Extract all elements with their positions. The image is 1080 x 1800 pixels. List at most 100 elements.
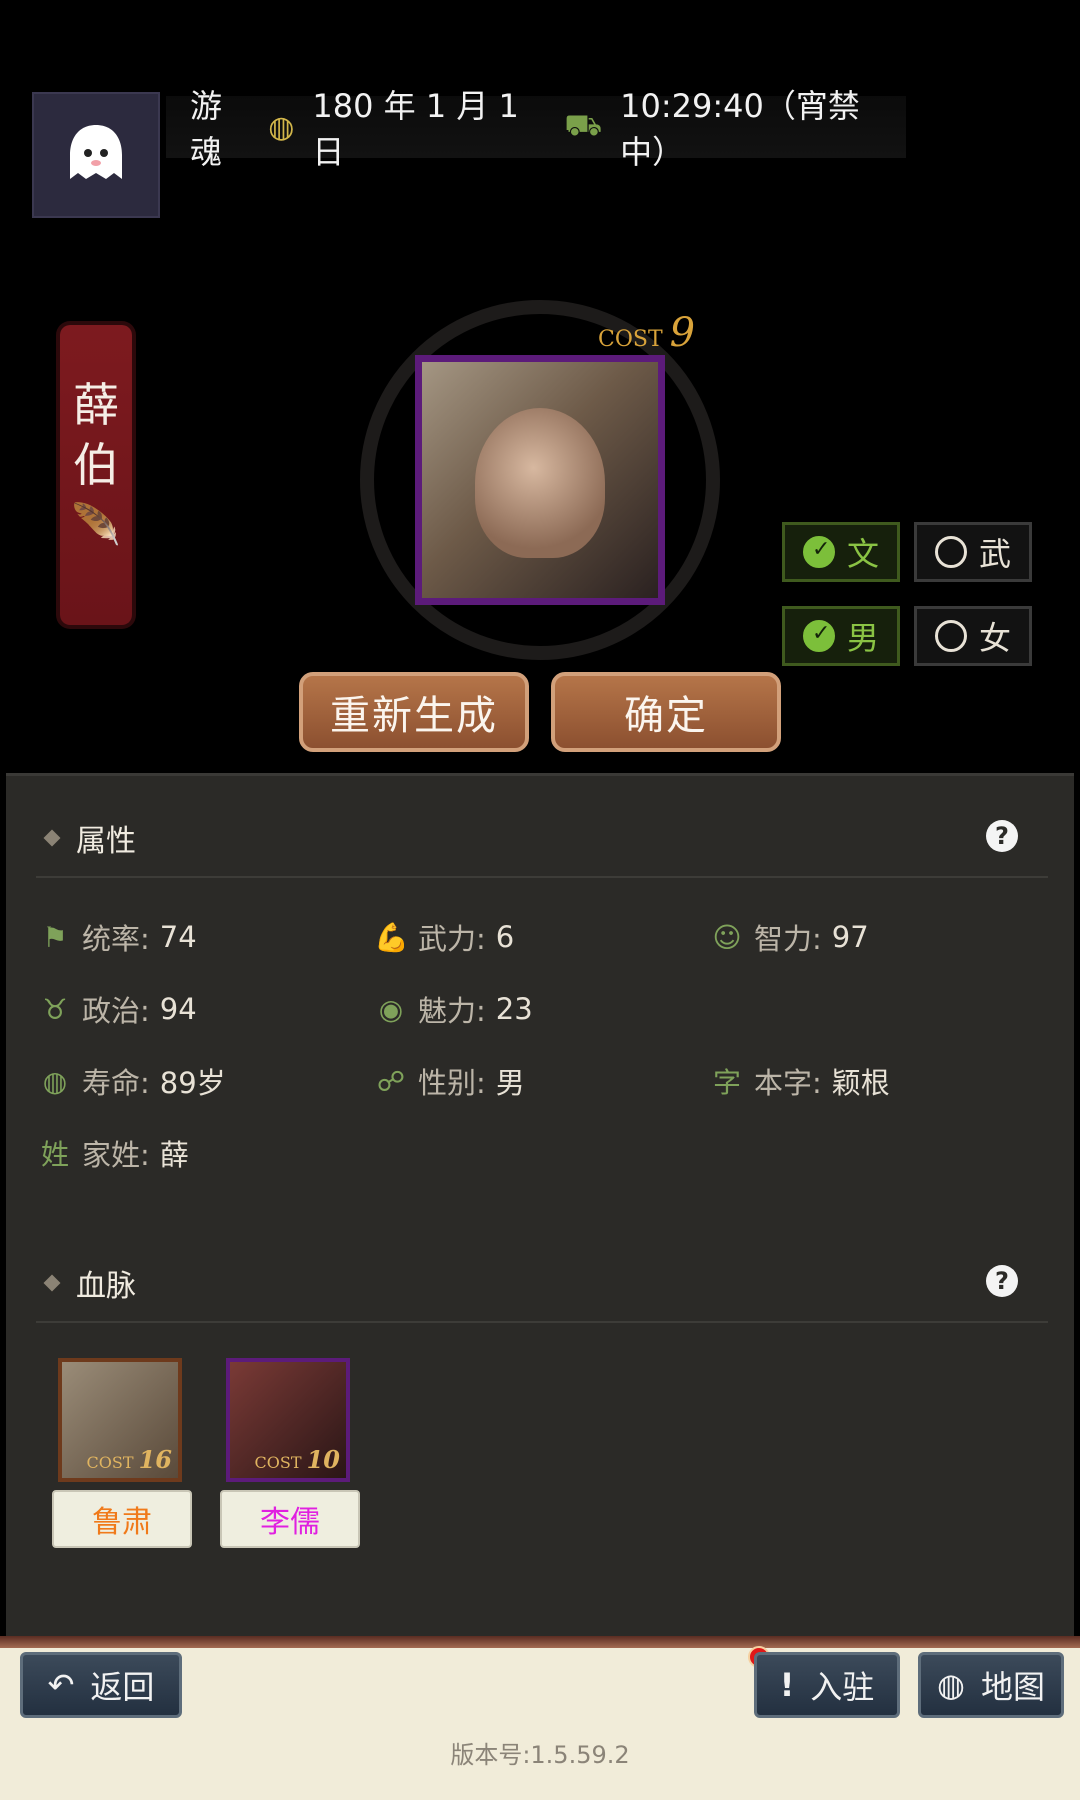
stat-intelligence: ☺ 智力: 97 [710, 916, 869, 958]
stat-label: 统率: [82, 922, 150, 956]
stat-value: 97 [831, 920, 869, 954]
member-cost-value: 10 [306, 1445, 340, 1474]
gender-icon: ☍ [376, 1064, 406, 1098]
character-name-banner: 薛 伯 🪶 [60, 325, 132, 625]
bloodline-help-icon[interactable]: ? [986, 1265, 1018, 1297]
stat-leadership: ⚑ 统率: 74 [38, 916, 197, 958]
version-label: 版本号:1.5.59.2 [450, 1741, 630, 1769]
member-cost: COST 16 [87, 1445, 173, 1474]
stat-label: 武力: [418, 922, 486, 956]
diamond-icon [43, 829, 61, 847]
stat-family-name: 姓 家姓: 薛 [38, 1132, 189, 1174]
globe-icon: ◍ [937, 1666, 965, 1704]
stat-value: 94 [159, 992, 197, 1026]
member-cost: COST 10 [255, 1445, 341, 1474]
station-label: 入驻 [810, 1668, 875, 1706]
toggle-male-label: 男 [846, 619, 879, 657]
regenerate-button[interactable]: 重新生成 [299, 672, 529, 752]
member-portrait: COST 10 [226, 1358, 350, 1482]
stat-label: 性别: [418, 1066, 486, 1100]
game-time: 10:29:40（宵禁中） [620, 87, 860, 171]
check-icon [802, 536, 835, 568]
member-name: 李儒 [220, 1490, 360, 1548]
stat-courtesy-name: 字 本字: 颖根 [710, 1060, 890, 1102]
cost-value: 9 [669, 310, 696, 356]
bloodline-member[interactable]: COST 10 李儒 [220, 1358, 360, 1548]
stat-lifespan: ◍ 寿命: 89岁 [38, 1060, 226, 1102]
stat-value: 6 [495, 920, 515, 954]
stat-label: 魅力: [418, 994, 486, 1028]
stat-label: 智力: [754, 922, 822, 956]
toggle-female-label: 女 [978, 619, 1011, 657]
name-char-1: 薛 [73, 378, 119, 432]
bloodline-title-text: 血脉 [76, 1269, 136, 1304]
toggle-wen-label: 文 [846, 535, 879, 573]
xing-icon: 姓 [40, 1138, 69, 1171]
bottom-border-strip [0, 1636, 1080, 1648]
game-date: 180 年 1 月 1 日 [312, 87, 519, 171]
player-name: 游魂 [190, 87, 223, 171]
ghost-icon [70, 125, 122, 179]
radio-icon [934, 620, 967, 652]
arm-icon: 💪 [374, 920, 409, 954]
stat-label: 家姓: [82, 1138, 150, 1172]
attributes-help-icon[interactable]: ? [986, 820, 1018, 852]
exclamation-icon: ! [779, 1666, 795, 1704]
carriage-icon: ⛟ [564, 107, 603, 143]
toggle-male[interactable]: 男 [782, 606, 900, 666]
stat-value: 男 [495, 1066, 525, 1100]
character-portrait [415, 355, 665, 605]
bloodline-member[interactable]: COST 16 鲁肃 [52, 1358, 192, 1548]
stat-gender: ☍ 性别: 男 [374, 1060, 525, 1102]
info-panel: 属性 ? ⚑ 统率: 74 💪 武力: 6 ☺ 智力: 97 ♉ 政治: 94 … [6, 773, 1074, 1636]
stat-martial: 💪 武力: 6 [374, 916, 514, 958]
toggle-wu[interactable]: 武 [914, 522, 1032, 582]
toggle-wu-label: 武 [978, 535, 1011, 573]
divider [36, 1321, 1048, 1323]
stat-label: 寿命: [82, 1066, 150, 1100]
bag-icon: ♉ [42, 992, 68, 1026]
character-cost: COST 9 [598, 310, 695, 356]
name-char-2: 伯 [73, 438, 119, 492]
member-cost-label: COST [254, 1453, 302, 1472]
stat-charisma: ◉ 魅力: 23 [374, 988, 533, 1030]
bloodline-section-title: 血脉 [43, 1261, 136, 1305]
back-label: 返回 [90, 1668, 155, 1706]
stat-label: 政治: [82, 994, 150, 1028]
diamond-icon [43, 1274, 61, 1292]
toggle-female[interactable]: 女 [914, 606, 1032, 666]
back-button[interactable]: ↶ 返回 [20, 1652, 182, 1718]
player-avatar[interactable] [32, 92, 160, 218]
station-button[interactable]: ! 入驻 [754, 1652, 900, 1718]
check-icon [802, 620, 835, 652]
flag-icon: ⚑ [42, 920, 68, 954]
calendar-icon: ◍ [268, 109, 295, 145]
back-arrow-icon: ↶ [47, 1666, 75, 1704]
member-cost-value: 16 [138, 1445, 172, 1474]
portrait-face [475, 408, 605, 558]
stat-label: 本字: [754, 1066, 822, 1100]
member-cost-label: COST [86, 1453, 134, 1472]
stat-value: 74 [159, 920, 197, 954]
quill-icon: 🪶 [71, 502, 121, 548]
stat-value: 薛 [159, 1138, 189, 1172]
stat-value: 颖根 [831, 1066, 890, 1100]
stat-value: 89岁 [159, 1066, 226, 1100]
eye-icon: ◉ [378, 992, 404, 1026]
attributes-title-text: 属性 [76, 824, 136, 859]
map-button[interactable]: ◍ 地图 [918, 1652, 1064, 1718]
zi-icon: 字 [712, 1066, 741, 1099]
status-bar: 游魂 ◍ 180 年 1 月 1 日 ⛟ 10:29:40（宵禁中） [166, 87, 906, 171]
toggle-wen[interactable]: 文 [782, 522, 900, 582]
cost-label: COST [598, 327, 663, 352]
member-name: 鲁肃 [52, 1490, 192, 1548]
divider [36, 876, 1048, 878]
confirm-button[interactable]: 确定 [551, 672, 781, 752]
member-portrait: COST 16 [58, 1358, 182, 1482]
brain-icon: ☺ [712, 920, 742, 954]
map-label: 地图 [980, 1668, 1045, 1706]
stat-politics: ♉ 政治: 94 [38, 988, 197, 1030]
stat-value: 23 [495, 992, 533, 1026]
lifespan-icon: ◍ [42, 1064, 68, 1098]
radio-icon [934, 536, 967, 568]
